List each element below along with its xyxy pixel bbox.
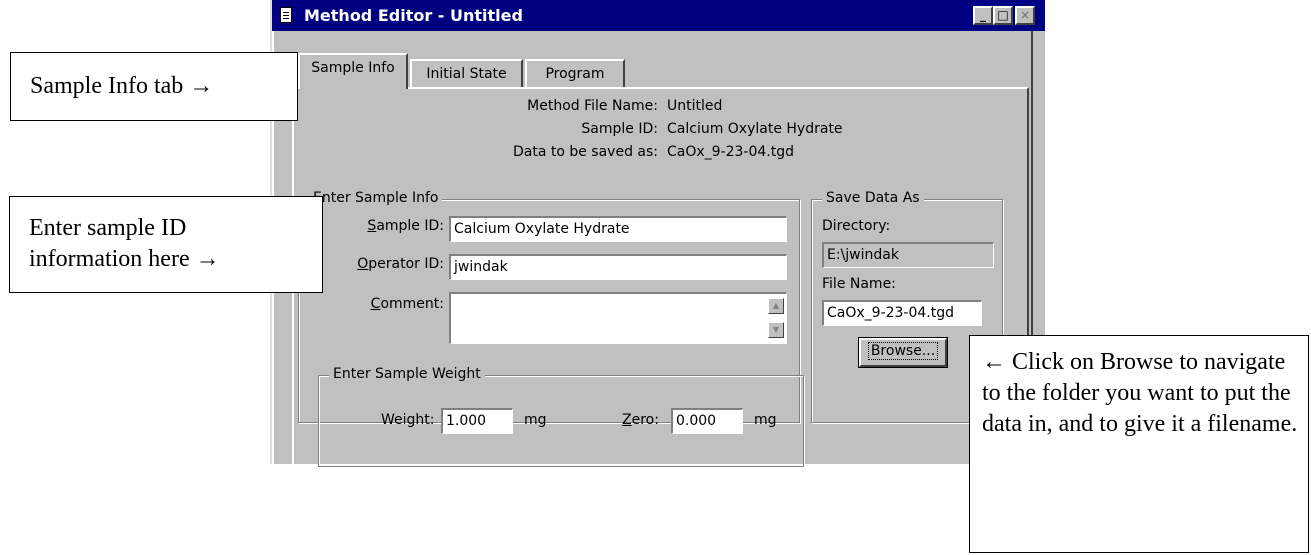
title-bar[interactable]: Method Editor - Untitled _ □ × [272,0,1045,31]
tab-program[interactable]: Program [525,59,625,89]
callout-enter-sample-id-line2: information here → [29,246,220,272]
weight-input[interactable]: 1.000 [441,408,513,434]
document-icon [280,7,292,23]
callout-enter-sample-id: Enter sample ID information here → [9,196,323,293]
scroll-up-arrow-icon[interactable]: ▲ [768,298,784,314]
zero-unit: mg [754,412,777,428]
operator-id-label: Operator ID: [357,256,444,272]
callout-browse: ← Click on Browse to navigate to the fol… [969,335,1309,553]
zero-input[interactable]: 0.000 [671,408,743,434]
sample-weight-group-title: Enter Sample Weight [329,366,485,382]
weight-unit: mg [524,412,547,428]
close-button[interactable]: × [1015,6,1035,25]
callout-sample-info-tab: Sample Info tab → [10,52,298,121]
browse-button[interactable]: Browse... [858,337,948,368]
window-title: Method Editor - Untitled [304,6,523,25]
sample-weight-group: Enter Sample Weight Weight: 1.000 mg Zer… [318,366,804,467]
weight-label: Weight: [381,412,435,428]
file-name-input[interactable]: CaOx_9-23-04.tgd [822,300,982,326]
sample-id-input[interactable]: Calcium Oxylate Hydrate [449,216,787,242]
method-file-label: Method File Name: [527,98,658,114]
method-editor-window: Method Editor - Untitled _ □ × Sample In… [270,0,1045,467]
zero-label: Zero: [622,412,659,428]
comment-label: Comment: [370,296,444,312]
operator-id-input[interactable]: jwindak [449,254,787,280]
saved-as-label: Data to be saved as: [512,144,658,160]
save-data-group-title: Save Data As [822,190,924,206]
maximize-button[interactable]: □ [993,6,1013,25]
saved-as-value: CaOx_9-23-04.tgd [667,144,795,160]
tab-initial-state[interactable]: Initial State [410,59,523,89]
comment-textarea[interactable] [449,292,787,344]
scroll-down-arrow-icon[interactable]: ▼ [768,322,784,338]
directory-label: Directory: [822,218,891,234]
summary-sample-id-label: Sample ID: [581,121,658,137]
directory-field: E:\jwindak [822,242,994,268]
method-file-value: Untitled [667,98,723,114]
tab-panel: Method File Name: Untitled Sample ID: Ca… [292,87,1029,467]
callout-enter-sample-id-line1: Enter sample ID [29,215,187,241]
minimize-button[interactable]: _ [973,6,993,25]
summary-sample-id-value: Calcium Oxylate Hydrate [667,121,843,137]
tab-sample-info[interactable]: Sample Info [298,53,408,89]
browse-button-label: Browse... [867,342,939,360]
file-name-label: File Name: [822,276,896,292]
sample-id-label: Sample ID: [367,218,444,234]
sample-info-group-title: Enter Sample Info [309,190,443,206]
